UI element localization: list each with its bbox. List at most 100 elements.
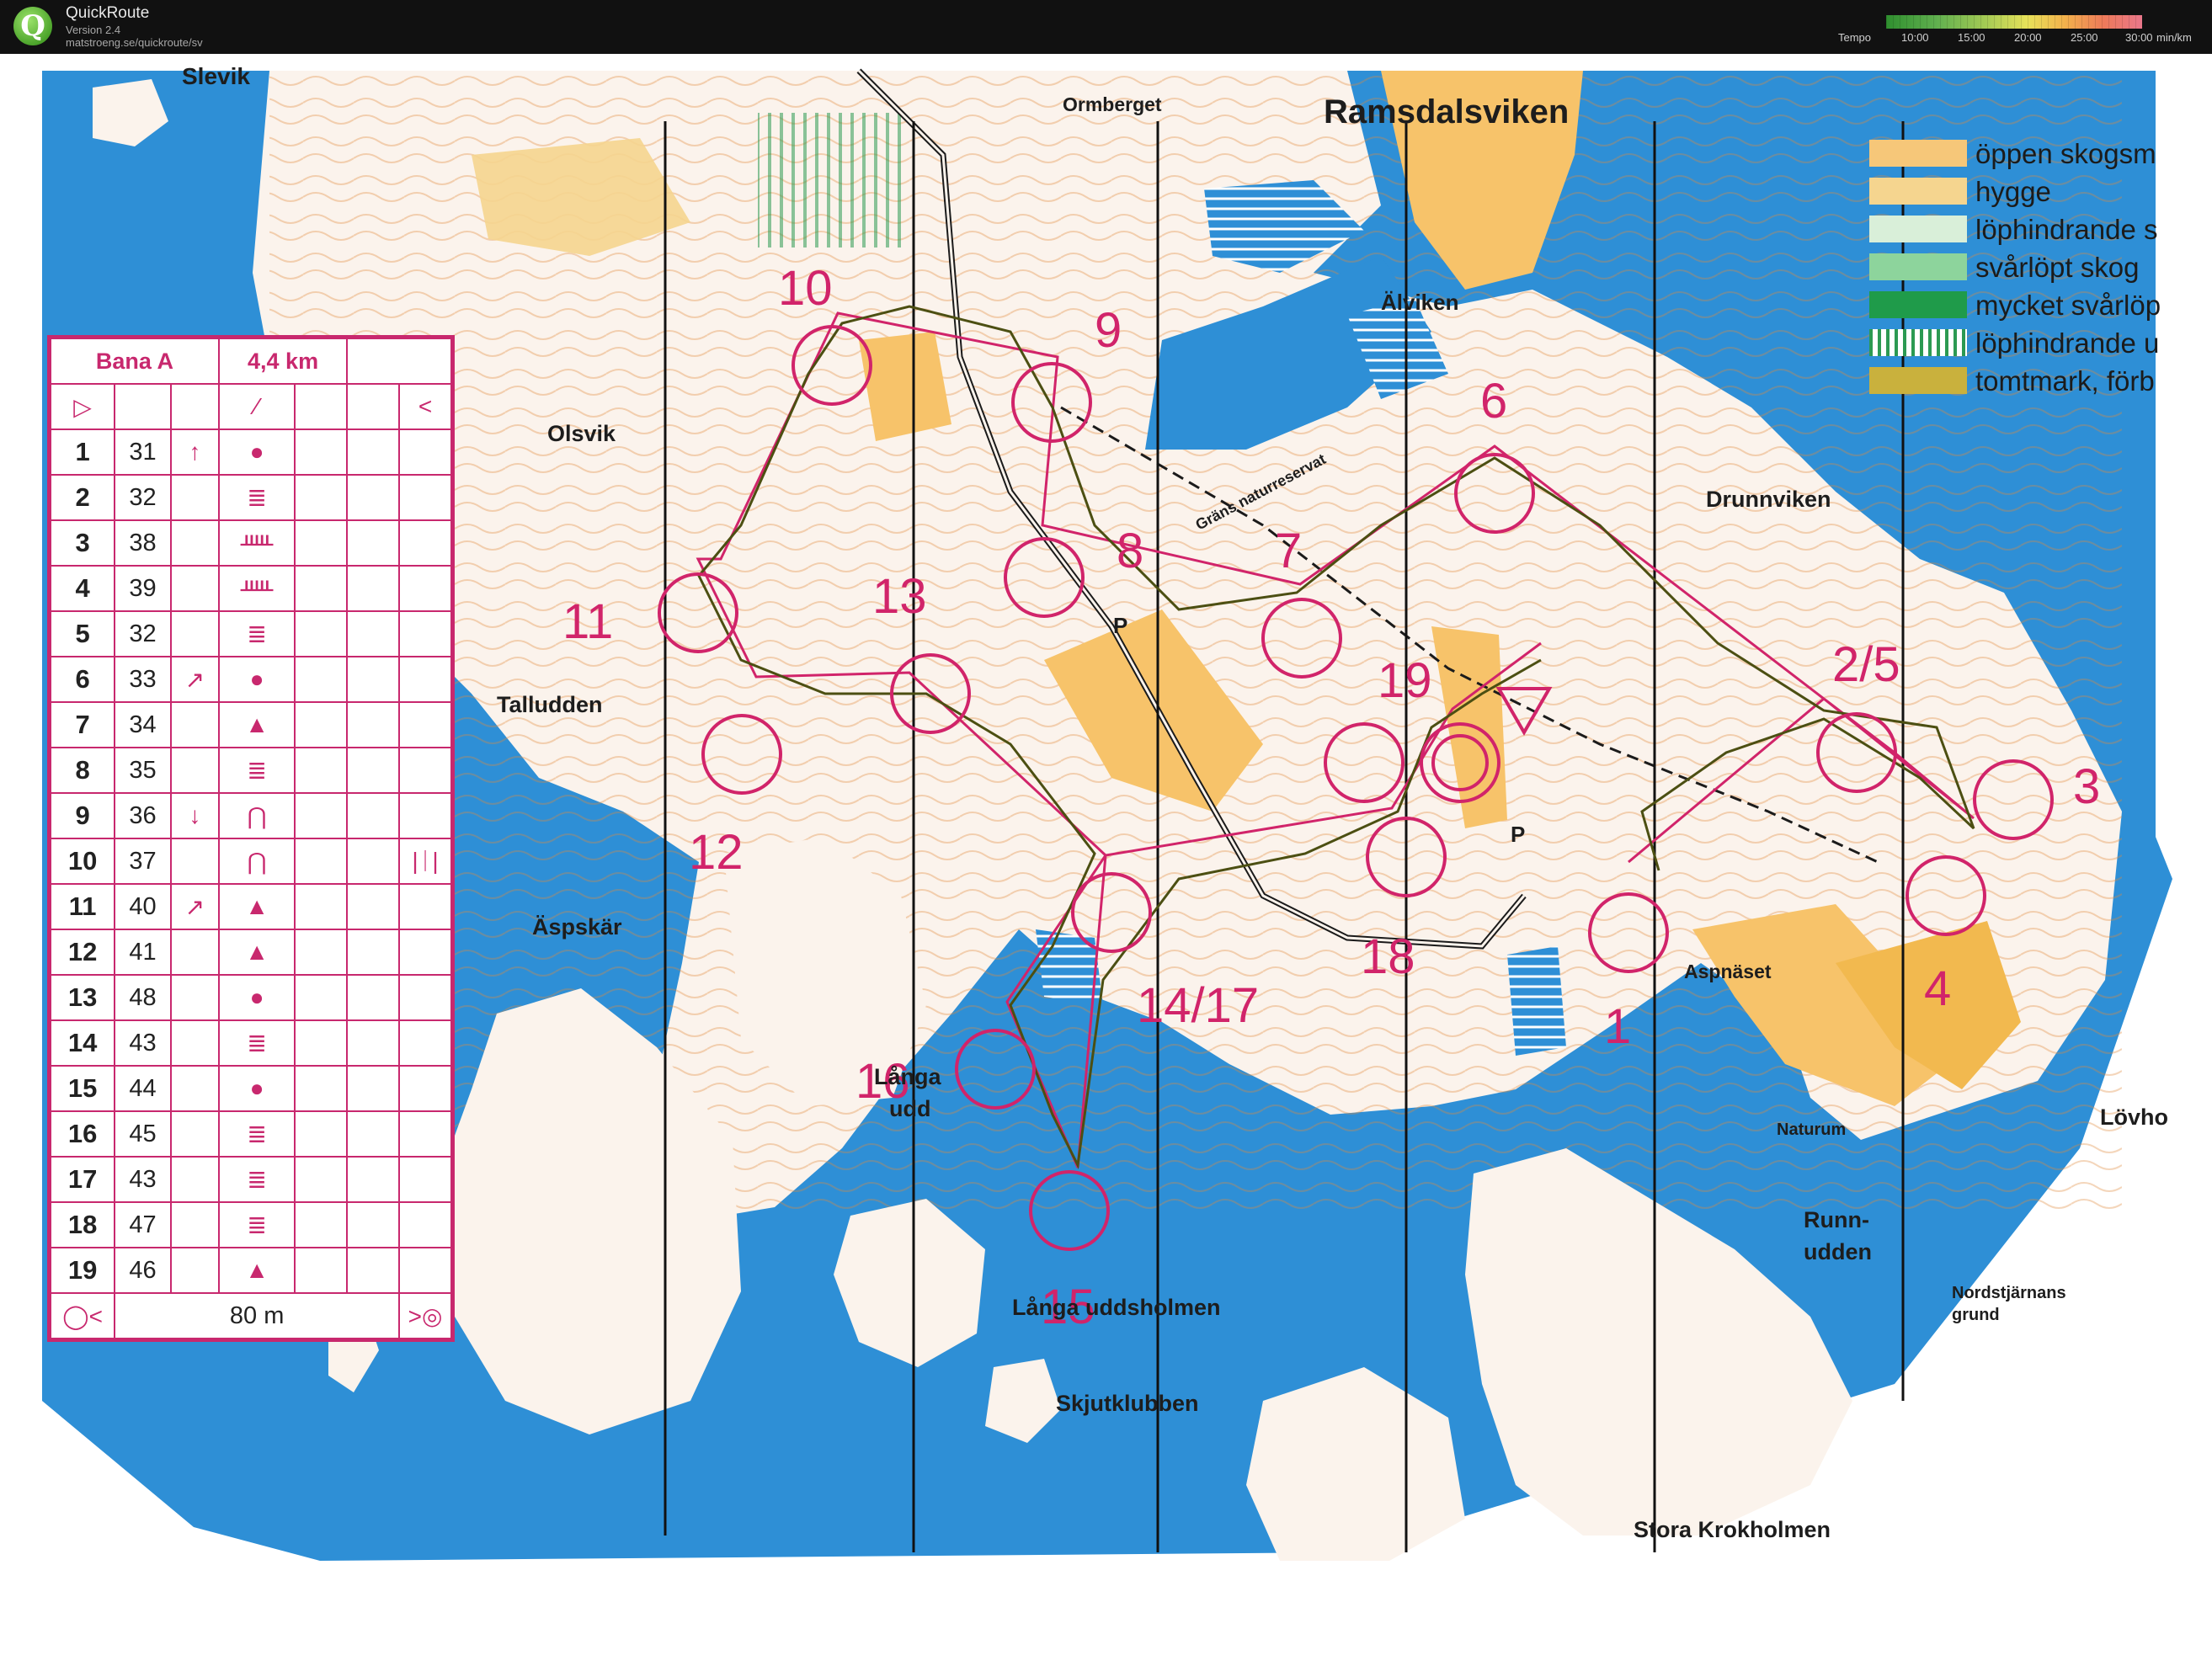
- control-code: 32: [114, 610, 172, 657]
- control-feature-icon: ᚊ: [217, 519, 296, 567]
- control-cell: [294, 610, 349, 657]
- control-description-row: 9 36 ↓ ⋂: [49, 792, 452, 839]
- control-cell: [346, 838, 401, 885]
- start-bracket-icon: <: [398, 383, 452, 430]
- place-grund: grund: [1952, 1306, 2000, 1324]
- control-number: 17: [49, 1156, 116, 1203]
- control-cell: [346, 1110, 401, 1158]
- legend-row: mycket svårlöp: [1859, 286, 2193, 324]
- control-code: 34: [114, 701, 172, 748]
- legend-label: svårlöpt skog: [1975, 252, 2140, 283]
- control-number: 2: [49, 474, 116, 521]
- control-label-4: 4: [1924, 961, 1951, 1016]
- control-number: 9: [49, 792, 116, 839]
- control-direction-icon: [169, 565, 220, 612]
- control-direction-icon: [169, 1019, 220, 1067]
- legend-row: tomtmark, förb: [1859, 362, 2193, 400]
- control-cell: [294, 1156, 349, 1203]
- control-cell: [294, 428, 349, 476]
- control-feature-icon: ≣: [217, 610, 296, 657]
- place-langa-uddsholmen: Långa uddsholmen: [1012, 1295, 1221, 1320]
- app-header: Q QuickRoute Version 2.4 matstroeng.se/q…: [0, 0, 2212, 54]
- control-direction-icon: ↓: [169, 792, 220, 839]
- course-name: Bana A: [50, 338, 220, 385]
- legend-label: tomtmark, förb: [1975, 365, 2155, 397]
- tempo-color-scale: [1886, 15, 2142, 29]
- place-talludden: Talludden: [497, 692, 603, 717]
- legend-row: svårlöpt skog: [1859, 248, 2193, 286]
- control-cell: [346, 1065, 401, 1112]
- control-description-row: 1 31 ↑ ●: [49, 428, 452, 476]
- orienteering-map[interactable]: 1 2/5 3 4 6 7 8 9 10 11 12 13 14/17 15 1…: [0, 54, 2212, 1666]
- control-number: 18: [49, 1201, 116, 1248]
- control-description-row: 5 32 ≣: [49, 610, 452, 657]
- control-extra-icon: [398, 428, 452, 476]
- legend-label: löphindrande s: [1975, 214, 2158, 245]
- app-url[interactable]: matstroeng.se/quickroute/sv: [66, 36, 203, 49]
- control-code: 41: [114, 929, 172, 976]
- control-number: 12: [49, 929, 116, 976]
- control-cell: [294, 792, 349, 839]
- control-number: 6: [49, 656, 116, 703]
- control-code: 48: [114, 974, 172, 1021]
- control-code: 46: [114, 1247, 172, 1294]
- control-direction-icon: [169, 1201, 220, 1248]
- control-description-row: 15 44 ●: [49, 1065, 452, 1112]
- control-direction-icon: [169, 1110, 220, 1158]
- control-description-row: 8 35 ≣: [49, 747, 452, 794]
- control-label-8: 8: [1117, 524, 1143, 578]
- control-number: 10: [49, 838, 116, 885]
- start-triangle-icon: ▷: [49, 383, 116, 430]
- control-feature-icon: ▲: [217, 883, 296, 930]
- legend-row: löphindrande s: [1859, 210, 2193, 248]
- legend-swatch: [1869, 140, 1967, 167]
- place-alviken: Älviken: [1381, 290, 1459, 315]
- control-description-row: 17 43 ≣: [49, 1156, 452, 1203]
- control-feature-icon: ●: [217, 1065, 296, 1112]
- control-code: 33: [114, 656, 172, 703]
- control-code: 47: [114, 1201, 172, 1248]
- control-cell: [294, 929, 349, 976]
- control-extra-icon: [398, 1201, 452, 1248]
- legend-row: löphindrande u: [1859, 324, 2193, 362]
- control-direction-icon: [169, 701, 220, 748]
- legend-swatch: [1869, 329, 1967, 356]
- place-naturum: Naturum: [1777, 1120, 1846, 1139]
- control-description-row: 2 32 ≣: [49, 474, 452, 521]
- control-label-19: 19: [1378, 653, 1432, 708]
- finish-arrow-start-icon: ◯<: [49, 1292, 116, 1339]
- control-code: 44: [114, 1065, 172, 1112]
- control-cell: [346, 565, 401, 612]
- control-extra-icon: [398, 701, 452, 748]
- app-name: QuickRoute: [66, 4, 150, 22]
- control-description-row: 3 38 ᚊ: [49, 519, 452, 567]
- control-code: 31: [114, 428, 172, 476]
- legend-row: hygge: [1859, 173, 2193, 210]
- tempo-tick: 30:00: [2125, 31, 2153, 44]
- control-cell: [346, 701, 401, 748]
- legend-swatch: [1869, 178, 1967, 205]
- control-number: 19: [49, 1247, 116, 1294]
- control-direction-icon: [169, 747, 220, 794]
- control-code: 36: [114, 792, 172, 839]
- tempo-tick: 15:00: [1958, 31, 1985, 44]
- finish-distance: 80 m: [114, 1292, 401, 1339]
- start-diagonal-icon: ⁄: [217, 383, 296, 430]
- control-label-3: 3: [2073, 759, 2100, 814]
- parking-symbol: P: [1511, 822, 1525, 847]
- legend-label: mycket svårlöp: [1975, 290, 2161, 321]
- control-feature-icon: ●: [217, 428, 296, 476]
- control-cell: [346, 974, 401, 1021]
- control-description-row: 7 34 ▲: [49, 701, 452, 748]
- control-feature-icon: ≣: [217, 747, 296, 794]
- control-code: 39: [114, 565, 172, 612]
- legend-swatch: [1869, 367, 1967, 394]
- control-direction-icon: ↑: [169, 428, 220, 476]
- place-drunnviken: Drunnviken: [1706, 487, 1831, 512]
- control-description-row: 13 48 ●: [49, 974, 452, 1021]
- control-label-7: 7: [1275, 524, 1302, 578]
- control-label-6: 6: [1480, 374, 1507, 428]
- legend-swatch: [1869, 291, 1967, 318]
- place-olsvik: Olsvik: [547, 421, 616, 446]
- control-cell: [346, 1247, 401, 1294]
